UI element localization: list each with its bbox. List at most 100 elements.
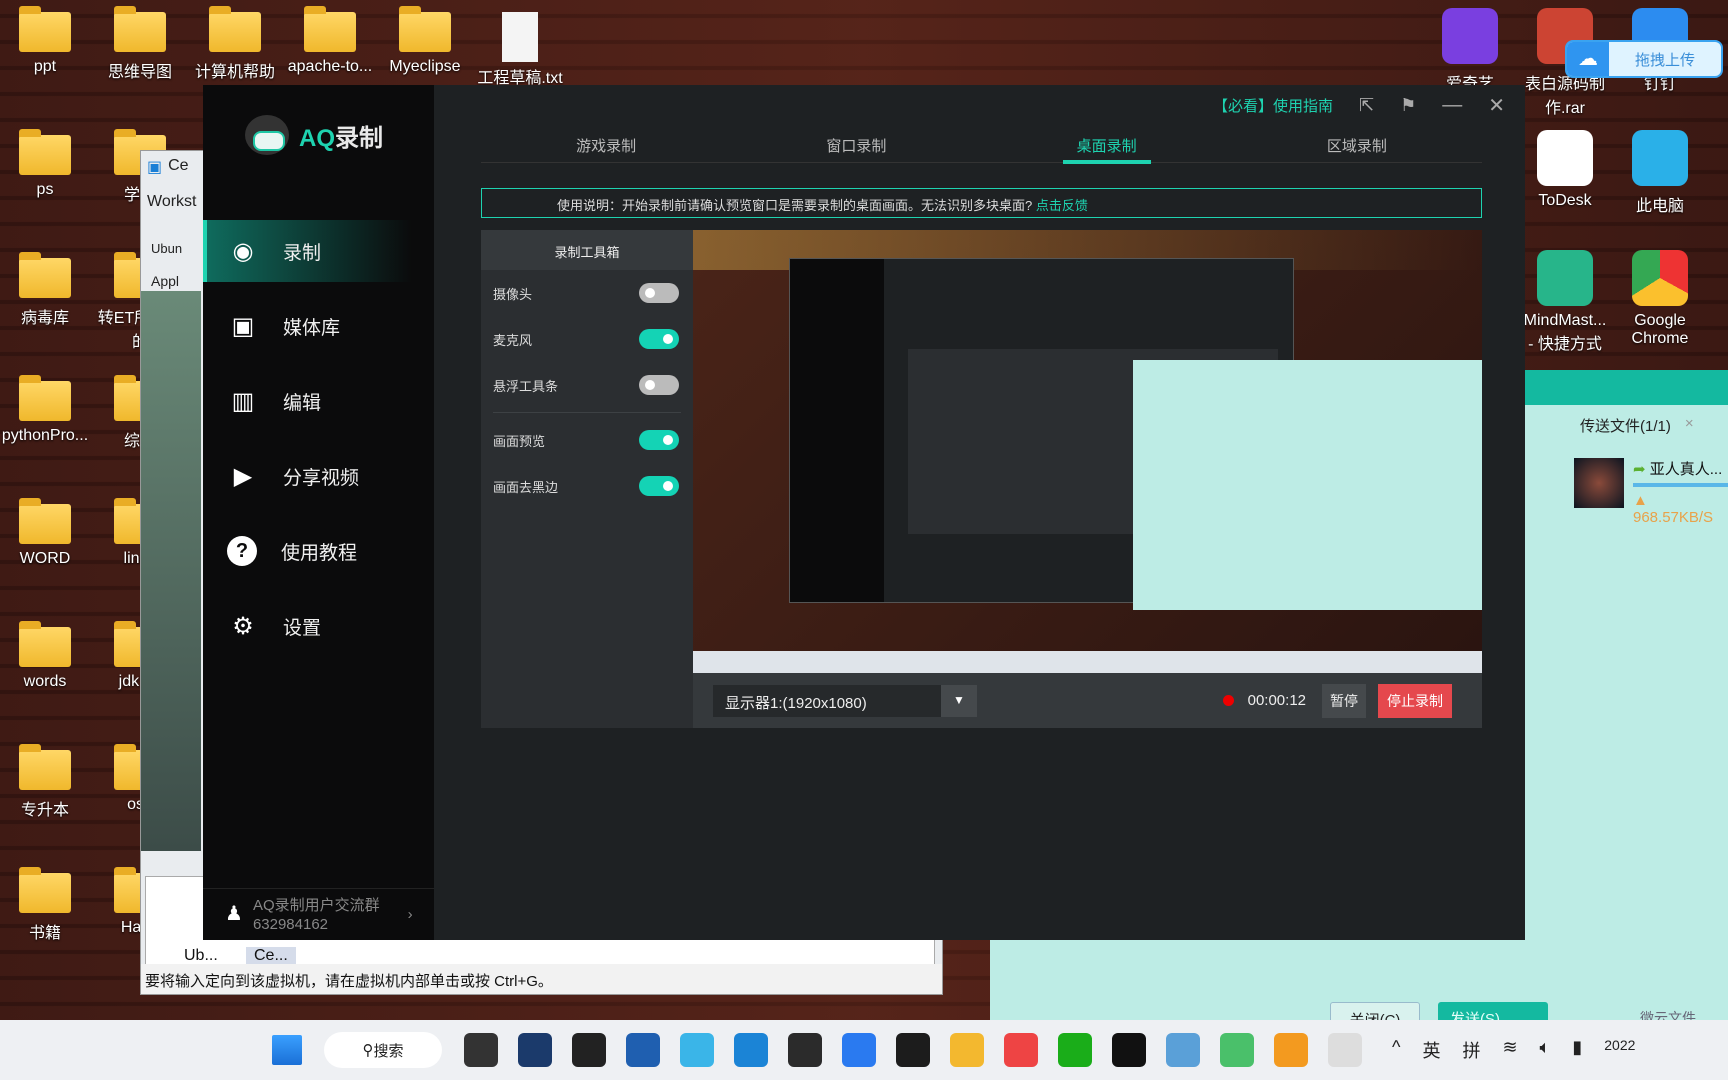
feedback-link[interactable]: 点击反馈: [1036, 198, 1088, 213]
vmware-icon[interactable]: [1274, 1033, 1308, 1067]
desktop-icon[interactable]: 计算机帮助: [190, 6, 280, 82]
transfer-tab[interactable]: 传送文件(1/1) ×: [1580, 415, 1728, 445]
nav-item[interactable]: ▥ 编辑: [203, 370, 434, 432]
nav-item[interactable]: ◉ 录制: [203, 220, 434, 282]
toggle-switch[interactable]: [639, 430, 679, 450]
folder-icon: [19, 252, 71, 298]
display-select[interactable]: 显示器1:(1920x1080): [713, 684, 941, 717]
desktop-icon[interactable]: pythonPro...: [0, 375, 90, 445]
volume-icon[interactable]: 🔈︎: [1540, 1037, 1551, 1063]
iqiyi-icon[interactable]: [1220, 1033, 1254, 1067]
search-button[interactable]: ⚲ 搜索: [324, 1032, 442, 1068]
dell-icon[interactable]: [572, 1033, 606, 1067]
toggle-switch[interactable]: [639, 329, 679, 349]
vm-tab[interactable]: Workst: [147, 193, 196, 211]
tab[interactable]: 桌面录制: [982, 125, 1232, 164]
desktop-icon[interactable]: 思维导图: [95, 6, 185, 82]
task-view-icon[interactable]: [464, 1033, 498, 1067]
pycharm-icon[interactable]: [896, 1033, 930, 1067]
aq-recorder-window: AQ录制 ◉ 录制 ▣ 媒体库 ▥ 编辑 ▶ 分享视频 ? 使用教程 ⚙ 设置 ♟ AQ录制用户交流群…: [203, 85, 1525, 940]
app-icon: [1717, 250, 1728, 306]
battery-icon[interactable]: ▮: [1572, 1037, 1582, 1063]
desktop-icon[interactable]: MindMast... - 快捷方式: [1520, 250, 1610, 354]
desktop-icon[interactable]: 书籍: [0, 867, 90, 943]
chevron-right-icon: ›: [407, 906, 413, 923]
search-icon: ⚲: [362, 1042, 374, 1059]
desktop-icon[interactable]: ps: [0, 129, 90, 199]
wechat-icon[interactable]: [1058, 1033, 1092, 1067]
logo-icon: [245, 115, 289, 155]
ime-language[interactable]: 英: [1422, 1037, 1440, 1063]
record-icon: ◉: [232, 237, 254, 265]
close-button[interactable]: ✕: [1488, 93, 1505, 118]
transfer-progress: [1633, 483, 1728, 487]
start-icon[interactable]: [272, 1035, 302, 1065]
toolbox-row: 麦克风: [481, 316, 693, 362]
recording-indicator-icon: [1222, 695, 1234, 706]
gear-icon: ⚙: [232, 612, 254, 640]
vm-thumb-label[interactable]: Ub...: [184, 947, 218, 965]
desktop-icon[interactable]: ToDesk: [1520, 130, 1610, 210]
aq-recorder-icon[interactable]: [788, 1033, 822, 1067]
bilibili-icon[interactable]: [680, 1033, 714, 1067]
desktop-icon[interactable]: 病毒库: [0, 252, 90, 328]
user-group-link[interactable]: ♟ AQ录制用户交流群 632984162 ›: [203, 888, 434, 940]
close-tab-icon[interactable]: ×: [1685, 415, 1694, 445]
pause-button[interactable]: 暂停: [1322, 683, 1366, 718]
tab[interactable]: 区域录制: [1232, 125, 1482, 162]
desktop-icon[interactable]: words: [0, 621, 90, 691]
desktop-icon[interactable]: Myeclipse: [380, 6, 470, 76]
tab[interactable]: 窗口录制: [731, 125, 981, 162]
desktop-icon[interactable]: ppt: [0, 6, 90, 76]
tray-chevron-icon[interactable]: ^: [1392, 1037, 1400, 1063]
taskbar: ⚲ 搜索 ^ 英 拼 ≋ 🔈︎ ▮ 2022: [0, 1020, 1728, 1080]
iqiyi-icon: [1442, 8, 1498, 64]
clock[interactable]: 2022: [1604, 1037, 1635, 1063]
vm-tab[interactable]: Ubun: [151, 241, 182, 256]
folder-icon: [209, 6, 261, 52]
store-icon[interactable]: [626, 1033, 660, 1067]
desktop-icon[interactable]: apache-to...: [285, 6, 375, 76]
qq-icon[interactable]: [1112, 1033, 1146, 1067]
toggle-switch[interactable]: [639, 283, 679, 303]
chrome-icon[interactable]: [1004, 1033, 1038, 1067]
mail-icon[interactable]: [734, 1033, 768, 1067]
remote-icon[interactable]: [1328, 1033, 1362, 1067]
toggle-switch[interactable]: [639, 375, 679, 395]
ime-mode[interactable]: 拼: [1462, 1037, 1480, 1063]
stop-recording-button[interactable]: 停止录制: [1378, 683, 1452, 718]
external-link-icon[interactable]: ⇱: [1359, 95, 1374, 116]
vm-tab[interactable]: Ce: [168, 157, 188, 177]
vm-tab[interactable]: Appl: [151, 273, 179, 289]
feishu-icon[interactable]: [842, 1033, 876, 1067]
guide-link[interactable]: 【必看】使用指南: [1213, 95, 1333, 116]
nav-item[interactable]: ▣ 媒体库: [203, 295, 434, 357]
desktop-icon[interactable]: 此电脑: [1615, 130, 1705, 216]
transfer-speed: 968.57KB/S: [1633, 509, 1714, 526]
upload-widget[interactable]: ☁ 拖拽上传: [1565, 40, 1723, 78]
vm-thumb-label[interactable]: Ce...: [246, 947, 296, 965]
feedback-icon[interactable]: ⚑: [1400, 95, 1416, 116]
stylus-app-icon[interactable]: [518, 1033, 552, 1067]
desktop-icon[interactable]: WORD: [0, 498, 90, 568]
tab[interactable]: 游戏录制: [481, 125, 731, 162]
desktop-icon[interactable]: 工程草稿.txt: [475, 12, 565, 88]
nav-item[interactable]: ? 使用教程: [203, 520, 434, 582]
nav-item[interactable]: ▶ 分享视频: [203, 445, 434, 507]
nav-item[interactable]: ⚙ 设置: [203, 595, 434, 657]
desktop-icon[interactable]: 专升本: [0, 744, 90, 820]
file-explorer-icon[interactable]: [950, 1033, 984, 1067]
desktop-icon[interactable]: 爱奇艺: [1425, 8, 1515, 94]
desktop-icon[interactable]: Google Chrome: [1615, 250, 1705, 348]
wifi-icon[interactable]: ≋: [1502, 1037, 1517, 1063]
desktop-icon[interactable]: 王: [1700, 250, 1728, 336]
notepad-icon[interactable]: [1166, 1033, 1200, 1067]
cloud-icon: ☁: [1567, 42, 1609, 76]
toggle-switch[interactable]: [639, 476, 679, 496]
minimize-button[interactable]: —: [1442, 94, 1462, 117]
todesk-icon: [1537, 130, 1593, 186]
app-logo: AQ录制: [245, 115, 383, 155]
upload-label: 拖拽上传: [1634, 51, 1695, 69]
this-pc-icon: [1632, 130, 1688, 186]
dropdown-chevron-icon[interactable]: ▼: [941, 684, 977, 717]
